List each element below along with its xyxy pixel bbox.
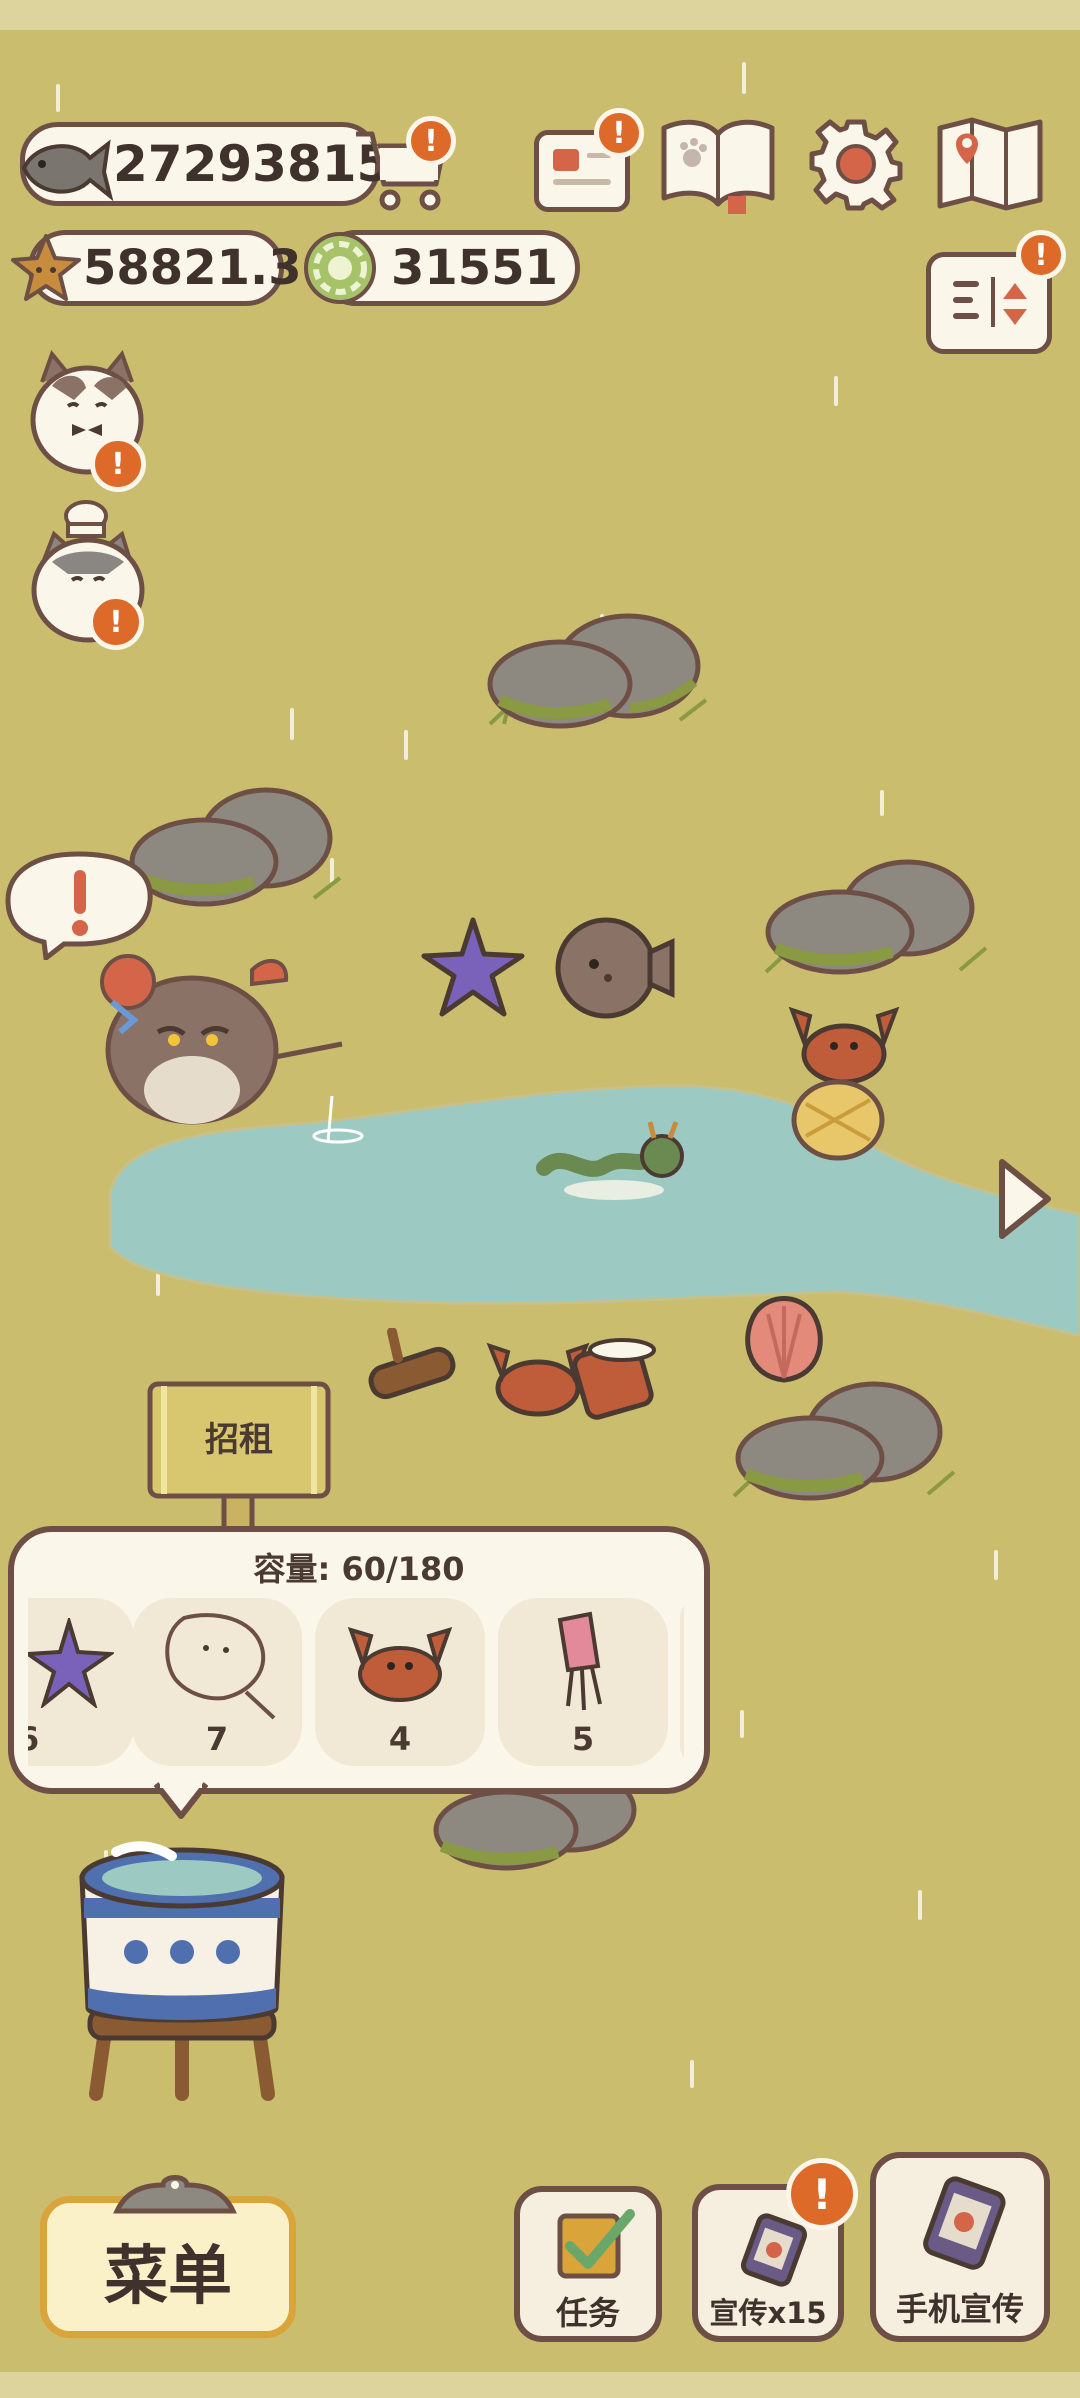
top-strip xyxy=(0,0,1080,30)
phone-card-icon xyxy=(923,2176,1006,2270)
gem-currency-value: 31551 xyxy=(391,240,558,296)
mail-alert-badge: ! xyxy=(594,108,644,158)
cat-1-alert-badge: ! xyxy=(90,436,146,492)
pineapple-bun-icon[interactable] xyxy=(788,1064,888,1164)
star-icon xyxy=(11,234,81,301)
inventory-slot[interactable]: 5 xyxy=(498,1598,668,1766)
settings-gear-icon[interactable] xyxy=(808,116,904,212)
inventory-bubble-tail xyxy=(154,1782,208,1819)
rock-cluster xyxy=(764,859,988,975)
cat-2-alert-badge: ! xyxy=(88,594,144,650)
map-icon[interactable] xyxy=(934,114,1046,214)
porcelain-jar[interactable] xyxy=(76,1838,288,2102)
inventory-scroller[interactable]: 6 7 4 5 xyxy=(28,1598,684,1768)
capacity-label: 容量: 60/180 xyxy=(253,1550,465,1588)
phone-promo-button[interactable]: 手机宣传 xyxy=(870,2152,1050,2342)
chevron-right-icon xyxy=(999,1159,1051,1239)
item-count: 7 xyxy=(205,1720,229,1758)
squid-icon xyxy=(557,1611,602,1711)
item-count: 6 xyxy=(28,1720,48,1758)
inventory-slot[interactable]: 7 xyxy=(132,1598,302,1766)
fishing-cat[interactable] xyxy=(92,940,352,1140)
item-count: 5 xyxy=(571,1720,595,1758)
coin-icon xyxy=(304,232,376,304)
seashell-icon[interactable] xyxy=(734,1290,834,1388)
crab-icon xyxy=(347,1626,453,1702)
inventory-slot[interactable]: 4 xyxy=(315,1598,485,1766)
checklist-icon xyxy=(557,2209,635,2279)
clipboard-clip-icon xyxy=(113,2175,237,2214)
star-currency-value: 58821.3 xyxy=(83,240,302,296)
alert-speech-bubble[interactable] xyxy=(4,848,154,960)
starfish-icon xyxy=(28,1618,114,1708)
cat-book-icon[interactable] xyxy=(656,112,780,216)
promo-alert-badge: ! xyxy=(786,2158,858,2230)
sign-label: 招租 xyxy=(205,1420,273,1460)
next-area-arrow[interactable] xyxy=(994,1154,1056,1244)
for-rent-sign[interactable]: 招租 xyxy=(144,1378,334,1538)
stingray-icon xyxy=(165,1613,276,1720)
tin-can-icon[interactable] xyxy=(572,1330,662,1424)
fish-icon xyxy=(21,139,114,202)
dragon-fish-icon[interactable] xyxy=(534,1118,694,1218)
inventory-slot-partial[interactable] xyxy=(680,1598,684,1766)
tasks-button[interactable]: 任务 xyxy=(514,2186,662,2342)
shop-alert-badge: ! xyxy=(406,116,456,166)
phone-promo-label: 手机宣传 xyxy=(895,2290,1024,2328)
rock-cluster xyxy=(487,613,708,729)
bottom-strip xyxy=(0,2372,1080,2398)
rock-cluster xyxy=(732,1381,956,1501)
sort-alert-badge: ! xyxy=(1016,230,1066,280)
item-count: 4 xyxy=(388,1720,412,1758)
menu-button[interactable]: 菜单 xyxy=(40,2175,296,2338)
tasks-label: 任务 xyxy=(555,2294,620,2332)
driftwood-icon[interactable] xyxy=(362,1328,462,1412)
menu-label: 菜单 xyxy=(104,2240,232,2314)
promo-label: 宣传x15 xyxy=(709,2296,827,2330)
starfish-icon[interactable] xyxy=(418,914,528,1020)
pufferfish-icon[interactable] xyxy=(546,912,676,1022)
inventory-slot[interactable]: 6 xyxy=(28,1598,134,1766)
